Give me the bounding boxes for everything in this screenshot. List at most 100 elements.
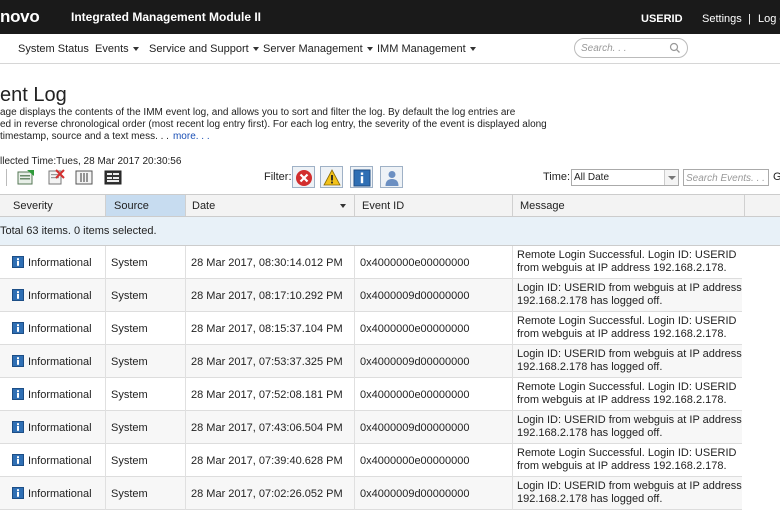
error-filter-icon [296, 170, 312, 186]
message-text: Login ID: USERID from webguis at IP addr… [517, 480, 742, 506]
date-text: 28 Mar 2017, 07:39:40.628 PM [191, 455, 343, 467]
cell-source: System [106, 477, 186, 510]
columns-icon[interactable] [75, 169, 93, 186]
severity-text: Informational [28, 455, 92, 467]
global-search-input[interactable] [581, 41, 665, 56]
source-text: System [111, 422, 148, 434]
time-range-select[interactable]: All Date [571, 169, 679, 186]
chevron-down-icon [469, 47, 476, 52]
column-date[interactable]: Date [186, 195, 355, 216]
message-text: Remote Login Successful. Login ID: USERI… [517, 447, 737, 473]
cell-message: Login ID: USERID from webguis at IP addr… [513, 477, 742, 510]
page-title: ent Log [0, 84, 67, 106]
table-row[interactable]: Informational System 28 Mar 2017, 07:43:06… [0, 411, 742, 444]
nav-system-status[interactable]: System Status [18, 43, 89, 55]
more-link[interactable]: more. . . [173, 131, 210, 142]
message-text: Remote Login Successful. Login ID: USERI… [517, 249, 737, 275]
message-line: from webguis at IP address 192.168.2.178… [517, 394, 727, 406]
cell-source: System [106, 444, 186, 477]
table-row[interactable]: Informational System 28 Mar 2017, 07:39:40… [0, 444, 742, 477]
chevron-down-icon[interactable] [664, 170, 678, 185]
table-row[interactable]: Informational System 28 Mar 2017, 07:52:08… [0, 378, 742, 411]
filter-audit-button[interactable] [380, 166, 403, 188]
cell-date: 28 Mar 2017, 08:30:14.012 PM [186, 246, 355, 279]
message-line: Remote Login Successful. Login ID: USERI… [517, 315, 737, 327]
filter-warning-button[interactable] [320, 166, 343, 188]
chevron-down-icon [252, 47, 259, 52]
event-id-text: 0x4000000e00000000 [360, 257, 470, 269]
description-line: age displays the contents of the IMM eve… [0, 107, 516, 118]
cell-event-id: 0x4000009d00000000 [355, 411, 513, 444]
cell-event-id: 0x4000000e00000000 [355, 312, 513, 345]
cell-message: Login ID: USERID from webguis at IP addr… [513, 345, 742, 378]
source-text: System [111, 290, 148, 302]
severity-text: Informational [28, 422, 92, 434]
search-events-input[interactable] [686, 171, 766, 185]
severity-text: Informational [28, 356, 92, 368]
filter-error-button[interactable] [292, 166, 315, 188]
column-event-id[interactable]: Event ID [355, 195, 513, 216]
source-text: System [111, 257, 148, 269]
nav-label: IMM Management [377, 43, 466, 55]
table-header: Severity Source Date Event ID Message [0, 194, 780, 217]
cell-message: Login ID: USERID from webguis at IP addr… [513, 411, 742, 444]
date-text: 28 Mar 2017, 07:02:26.052 PM [191, 488, 343, 500]
delete-icon[interactable] [47, 169, 65, 186]
message-text: Login ID: USERID from webguis at IP addr… [517, 414, 742, 440]
cell-severity: Informational [0, 378, 106, 411]
cell-source: System [106, 411, 186, 444]
search-icon[interactable] [669, 42, 681, 54]
severity-text: Informational [28, 389, 92, 401]
log-toolbar: Filter: Time: All Date G [0, 166, 780, 190]
table-row[interactable]: Informational System 28 Mar 2017, 08:30:14… [0, 246, 742, 279]
nav-label: System Status [18, 43, 89, 55]
info-icon [12, 487, 24, 499]
description-line: timestamp, source and a text mess. . . mo… [0, 131, 560, 143]
product-name: Integrated Management Module II [71, 10, 262, 24]
date-text: 28 Mar 2017, 08:15:37.104 PM [191, 323, 343, 335]
message-line: 192.168.2.178 has logged off. [517, 493, 663, 505]
cell-event-id: 0x4000000e00000000 [355, 378, 513, 411]
nav-events[interactable]: Events [95, 43, 139, 55]
logout-link[interactable]: Log o [758, 13, 780, 25]
export-icon[interactable] [104, 169, 122, 186]
nav-label: Server Management [263, 43, 363, 55]
go-button[interactable]: G [773, 171, 780, 183]
settings-link[interactable]: Settings [702, 13, 742, 25]
selection-summary: Total 63 items. 0 items selected. [0, 217, 780, 246]
user-menu[interactable]: USERID [641, 13, 683, 25]
message-line: 192.168.2.178 has logged off. [517, 427, 663, 439]
cell-severity: Informational [0, 411, 106, 444]
source-text: System [111, 389, 148, 401]
table-row[interactable]: Informational System 28 Mar 2017, 07:02:26… [0, 477, 742, 510]
message-line: from webguis at IP address 192.168.2.178… [517, 328, 727, 340]
table-row[interactable]: Informational System 28 Mar 2017, 08:17:10… [0, 279, 742, 312]
source-text: System [111, 488, 148, 500]
cell-message: Remote Login Successful. Login ID: USERI… [513, 246, 742, 279]
event-id-text: 0x4000009d00000000 [360, 422, 470, 434]
cell-source: System [106, 279, 186, 312]
date-text: 28 Mar 2017, 08:30:14.012 PM [191, 257, 343, 269]
nav-service-support[interactable]: Service and Support [149, 43, 259, 55]
add-icon[interactable] [17, 169, 35, 186]
nav-imm-management[interactable]: IMM Management [377, 43, 476, 55]
cell-date: 28 Mar 2017, 07:39:40.628 PM [186, 444, 355, 477]
column-message[interactable]: Message [513, 195, 745, 216]
column-severity[interactable]: Severity [0, 195, 106, 216]
table-row[interactable]: Informational System 28 Mar 2017, 07:53:37… [0, 345, 742, 378]
nav-server-management[interactable]: Server Management [263, 43, 373, 55]
event-id-text: 0x4000000e00000000 [360, 323, 470, 335]
table-row[interactable]: Informational System 28 Mar 2017, 08:15:37… [0, 312, 742, 345]
info-icon [12, 355, 24, 367]
cell-message: Remote Login Successful. Login ID: USERI… [513, 444, 742, 477]
cell-source: System [106, 345, 186, 378]
date-text: 28 Mar 2017, 07:43:06.504 PM [191, 422, 343, 434]
message-line: from webguis at IP address 192.168.2.178… [517, 460, 727, 472]
cell-date: 28 Mar 2017, 07:52:08.181 PM [186, 378, 355, 411]
filter-info-button[interactable] [350, 166, 373, 188]
cell-source: System [106, 378, 186, 411]
message-line: Remote Login Successful. Login ID: USERI… [517, 249, 737, 261]
cell-source: System [106, 312, 186, 345]
cell-event-id: 0x4000000e00000000 [355, 246, 513, 279]
column-source[interactable]: Source [106, 195, 186, 216]
